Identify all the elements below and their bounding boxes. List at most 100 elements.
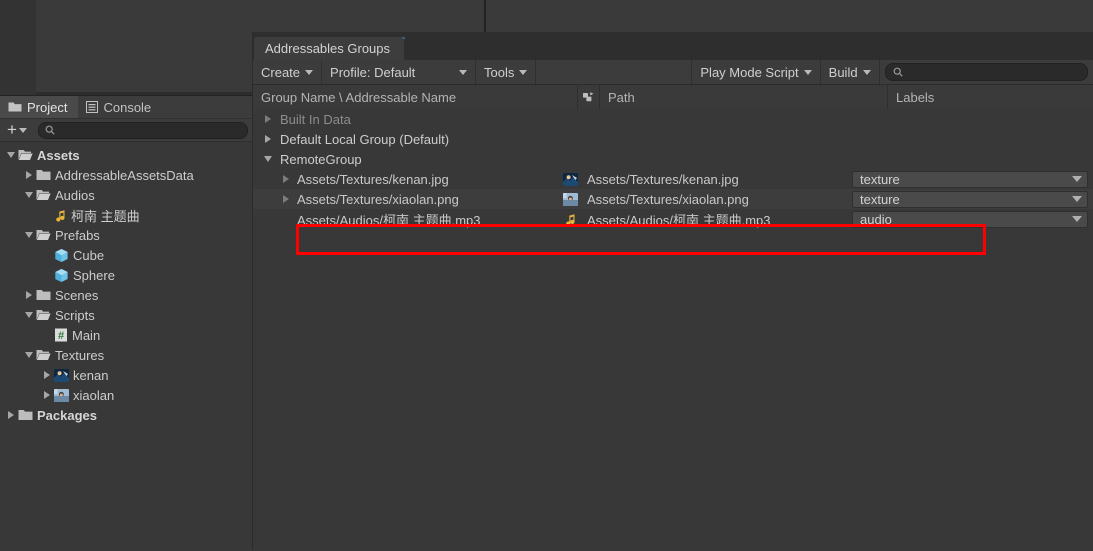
folder-open-icon xyxy=(18,149,33,161)
chevron-right-icon[interactable] xyxy=(40,371,54,379)
project-tree-item[interactable]: Sphere xyxy=(0,265,252,285)
label-dropdown-value: texture xyxy=(860,191,900,207)
asset-labels-cell: texture xyxy=(852,170,1093,188)
prefab-cube-icon xyxy=(54,248,69,263)
chevron-right-icon[interactable] xyxy=(275,175,297,183)
project-tree-item-label: Textures xyxy=(55,347,105,363)
chevron-down-icon xyxy=(519,69,528,75)
project-tree-item-label: Cube xyxy=(73,247,105,263)
asset-type-icon-wrapper xyxy=(557,213,587,226)
profile-dropdown-label: Profile: Default xyxy=(330,64,416,80)
tab-addressables-groups-label: Addressables Groups xyxy=(265,41,391,56)
project-asset-tree[interactable]: Assets AddressableAssetsData Audios 柯南 主题曲 P… xyxy=(0,142,252,551)
project-tree-item[interactable]: Prefabs xyxy=(0,225,252,245)
chevron-right-icon[interactable] xyxy=(261,135,275,143)
toolbar-spacer xyxy=(536,60,693,84)
plus-icon: + xyxy=(7,120,17,139)
label-dropdown[interactable]: texture xyxy=(852,170,1088,188)
label-dropdown-value: texture xyxy=(860,171,900,187)
tab-addressables-groups[interactable]: Addressables Groups xyxy=(254,37,405,60)
addressable-name: Assets/Textures/kenan.jpg xyxy=(297,171,449,187)
csharp-script-icon: # xyxy=(54,328,68,342)
label-dropdown[interactable]: audio xyxy=(852,210,1088,228)
project-tree-item-label: Prefabs xyxy=(55,227,100,243)
chevron-right-icon[interactable] xyxy=(22,171,36,179)
tab-project[interactable]: Project xyxy=(0,96,79,118)
project-tree-item[interactable]: Scenes xyxy=(0,285,252,305)
project-tree-item-label: kenan xyxy=(73,367,109,383)
addressable-name: Assets/Textures/xiaolan.png xyxy=(297,191,459,207)
project-panel-tabbar: Project Console xyxy=(0,96,252,119)
folder-open-icon xyxy=(36,349,51,361)
chevron-down-icon[interactable] xyxy=(22,232,36,238)
addressables-toolbar: Create Profile: Default Tools Play Mode … xyxy=(253,60,1093,85)
column-header-labels[interactable]: Labels xyxy=(888,85,1093,110)
addressables-group-row[interactable]: Default Local Group (Default) xyxy=(253,129,1093,149)
tab-console[interactable]: Console xyxy=(78,96,163,118)
project-tree-item[interactable]: Assets xyxy=(0,145,252,165)
project-tree-item[interactable]: # Main xyxy=(0,325,252,345)
project-tree-item[interactable]: AddressableAssetsData xyxy=(0,165,252,185)
addressables-asset-row[interactable]: Assets/Audios/柯南 主题曲.mp3 Assets/Audios/柯南… xyxy=(253,209,1093,229)
play-mode-script-label: Play Mode Script xyxy=(700,64,799,80)
audio-clip-icon xyxy=(54,209,67,222)
project-tree-item[interactable]: kenan xyxy=(0,365,252,385)
chevron-down-icon[interactable] xyxy=(22,192,36,198)
addressables-asset-row[interactable]: Assets/Textures/xiaolan.png Assets/Textur… xyxy=(253,189,1093,209)
project-tree-item[interactable]: Scripts xyxy=(0,305,252,325)
folder-icon xyxy=(36,169,51,181)
column-header-path[interactable]: Path xyxy=(600,85,888,110)
project-tree-item[interactable]: Audios xyxy=(0,185,252,205)
asset-path: Assets/Textures/kenan.jpg xyxy=(587,171,739,187)
column-header-group-name[interactable]: Group Name \ Addressable Name xyxy=(253,85,578,110)
addressables-tree-body[interactable]: Built In Data Default Local Group (Defaul… xyxy=(253,109,1093,550)
chevron-right-icon[interactable] xyxy=(261,115,275,123)
label-dropdown-value: audio xyxy=(860,211,892,227)
chevron-right-icon[interactable] xyxy=(40,391,54,399)
project-tree-item[interactable]: Packages xyxy=(0,405,252,425)
chevron-down-icon[interactable] xyxy=(4,152,18,158)
project-tree-item-label: Audios xyxy=(55,187,95,203)
tools-button[interactable]: Tools xyxy=(476,60,537,84)
prefab-cube-icon xyxy=(54,268,69,283)
chevron-right-icon[interactable] xyxy=(22,291,36,299)
folder-open-icon xyxy=(36,229,51,241)
chevron-down-icon[interactable] xyxy=(22,312,36,318)
add-asset-button[interactable]: + xyxy=(4,121,30,139)
chevron-down-icon[interactable] xyxy=(22,352,36,358)
chevron-down-icon xyxy=(305,69,314,75)
chevron-right-icon[interactable] xyxy=(4,411,18,419)
addressables-group-row[interactable]: RemoteGroup xyxy=(253,149,1093,169)
project-tree-item[interactable]: xiaolan xyxy=(0,385,252,405)
addressables-asset-row[interactable]: Assets/Textures/kenan.jpg Assets/Textures… xyxy=(253,169,1093,189)
texture-thumbnail-xiaolan xyxy=(562,192,578,206)
folder-open-icon xyxy=(36,189,51,201)
chevron-down-icon[interactable] xyxy=(261,156,275,162)
profile-dropdown[interactable]: Profile: Default xyxy=(322,60,477,84)
project-tree-item[interactable]: Cube xyxy=(0,245,252,265)
search-icon xyxy=(45,125,55,135)
column-header-group-name-label: Group Name \ Addressable Name xyxy=(261,90,457,105)
label-dropdown[interactable]: texture xyxy=(852,190,1088,208)
addressables-assets-list: Assets/Textures/kenan.jpg Assets/Textures… xyxy=(253,169,1093,229)
unity-editor-root: Project Console + Assets AddressableAsse… xyxy=(0,0,1093,551)
addressables-groups-list: Built In Data Default Local Group (Defaul… xyxy=(253,109,1093,169)
chevron-right-icon[interactable] xyxy=(275,195,297,203)
project-tree-item-label: Scenes xyxy=(55,287,99,303)
addressables-group-name: Default Local Group (Default) xyxy=(280,131,450,147)
chevron-down-icon xyxy=(1072,176,1082,182)
column-header-flag[interactable] xyxy=(578,85,600,110)
folder-icon xyxy=(36,289,51,301)
build-button-label: Build xyxy=(828,64,858,80)
chevron-down-icon xyxy=(459,69,468,75)
addressables-group-row[interactable]: Built In Data xyxy=(253,109,1093,129)
project-search-input[interactable] xyxy=(37,121,248,139)
project-tree-item[interactable]: 柯南 主题曲 xyxy=(0,205,252,225)
project-panel: Project Console + Assets AddressableAsse… xyxy=(0,95,252,551)
play-mode-script-button[interactable]: Play Mode Script xyxy=(692,60,821,84)
addressables-search-input[interactable] xyxy=(884,63,1088,81)
build-button[interactable]: Build xyxy=(820,60,880,84)
addressable-flag-icon xyxy=(582,90,595,106)
project-tree-item[interactable]: Textures xyxy=(0,345,252,365)
create-button[interactable]: Create xyxy=(253,60,323,84)
